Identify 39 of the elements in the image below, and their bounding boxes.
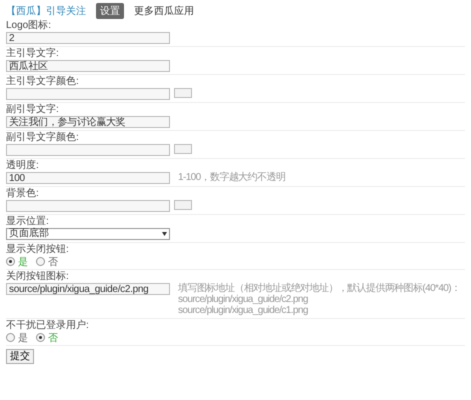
text-field[interactable]: source/plugin/xigua_guide/c2.png: [6, 283, 170, 295]
page-title: 【西瓜】引导关注: [6, 4, 86, 18]
radio-button[interactable]: [6, 333, 15, 342]
dropdown-field[interactable]: 页面底部: [6, 228, 170, 240]
dropdown-arrow-icon: [162, 232, 167, 236]
text-field[interactable]: 西瓜社区: [6, 60, 170, 72]
radio-label: 是: [18, 256, 28, 268]
text-field[interactable]: 100: [6, 172, 170, 184]
field-label: 关闭按钮图标:: [6, 271, 70, 282]
radio-button[interactable]: [36, 333, 45, 342]
text-field[interactable]: 2: [6, 32, 170, 44]
radio-label: 是: [18, 332, 28, 344]
radio-button[interactable]: [6, 257, 15, 266]
color-field[interactable]: [6, 200, 170, 212]
hint-text: source/plugin/xigua_guide/c2.png: [178, 294, 309, 305]
hint-text: source/plugin/xigua_guide/c1.png: [178, 305, 309, 316]
submit-button[interactable]: 提交: [6, 349, 34, 364]
field-label: 主引导文字:: [6, 48, 60, 59]
field-label: 副引导文字颜色:: [6, 132, 80, 143]
radio-label: 否: [48, 256, 58, 268]
hint-text: 1-100，数字越大约不透明: [178, 172, 286, 183]
field-label: 显示关闭按钮:: [6, 244, 70, 255]
color-field[interactable]: [6, 144, 170, 156]
field-label: 背景色:: [6, 188, 40, 199]
color-field[interactable]: [6, 88, 170, 100]
field-label: Logo图标:: [6, 20, 52, 31]
color-picker-button[interactable]: [174, 200, 192, 210]
radio-label: 否: [48, 332, 58, 344]
field-label: 透明度:: [6, 160, 40, 171]
field-label: 副引导文字:: [6, 104, 60, 115]
color-picker-button[interactable]: [174, 144, 192, 154]
radio-button[interactable]: [36, 257, 45, 266]
color-picker-button[interactable]: [174, 88, 192, 98]
field-label: 不干扰已登录用户:: [6, 320, 90, 331]
more-apps-link[interactable]: 更多西瓜应用: [134, 4, 194, 18]
field-label: 显示位置:: [6, 216, 50, 227]
field-label: 主引导文字颜色:: [6, 76, 80, 87]
hint-text: 填写图标地址（相对地址或绝对地址），默认提供两种图标(40*40)：: [178, 283, 460, 294]
tab[interactable]: 设置: [96, 2, 124, 18]
